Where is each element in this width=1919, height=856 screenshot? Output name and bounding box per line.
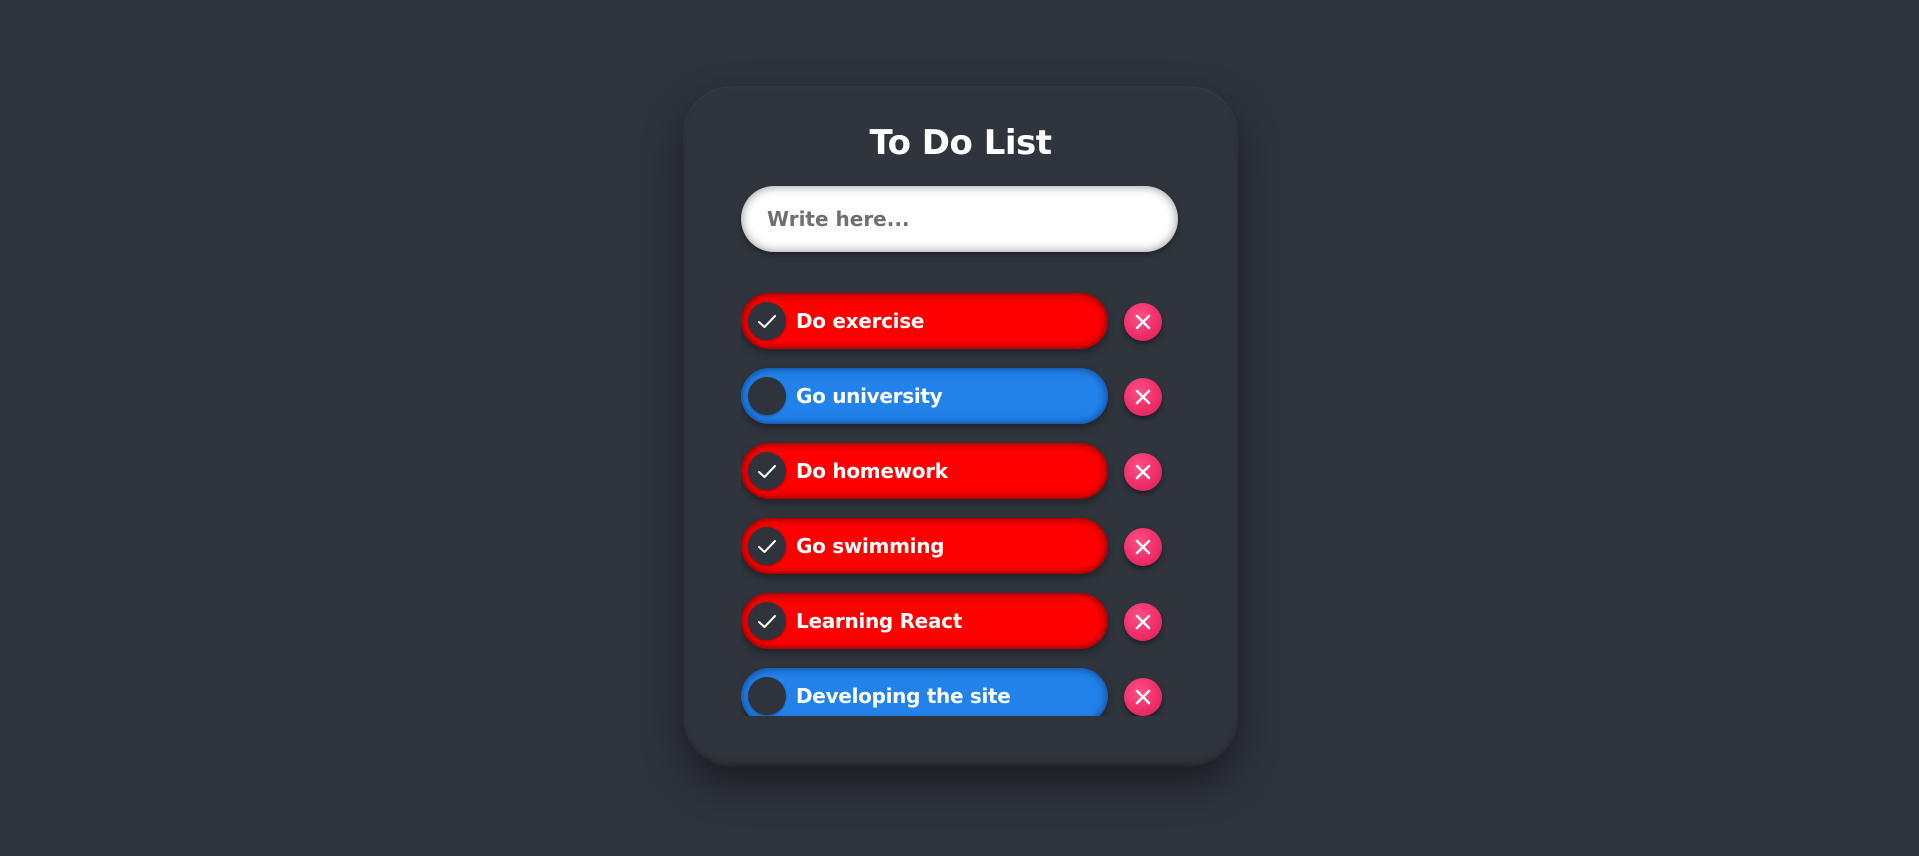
task-label: Developing the site	[796, 684, 1011, 708]
close-icon	[1135, 539, 1151, 555]
task-pill-completed[interactable]: Do homework	[741, 443, 1108, 499]
task-item: Do exercise	[741, 293, 1171, 349]
checkmark-icon	[758, 465, 776, 478]
complete-toggle[interactable]	[748, 602, 786, 640]
task-label: Learning React	[796, 609, 962, 633]
task-input[interactable]	[741, 186, 1178, 252]
close-icon	[1135, 689, 1151, 705]
delete-task-button[interactable]	[1124, 528, 1162, 566]
task-list: Do exercise Go university Do homework Go sw…	[741, 278, 1188, 716]
checkmark-icon	[758, 615, 776, 628]
page-title: To Do List	[869, 123, 1052, 163]
task-item: Developing the site	[741, 668, 1171, 716]
complete-toggle[interactable]	[748, 302, 786, 340]
task-label: Do homework	[796, 459, 948, 483]
close-icon	[1135, 314, 1151, 330]
complete-toggle[interactable]	[748, 527, 786, 565]
complete-toggle[interactable]	[748, 677, 786, 715]
checkmark-icon	[758, 315, 776, 328]
checkmark-icon	[758, 540, 776, 553]
delete-task-button[interactable]	[1124, 678, 1162, 716]
task-item: Go university	[741, 368, 1171, 424]
todo-card: To Do List Do exercise Go university Do ho…	[683, 86, 1238, 766]
task-pill-completed[interactable]: Learning React	[741, 593, 1108, 649]
task-pill-pending[interactable]: Go university	[741, 368, 1108, 424]
task-item: Do homework	[741, 443, 1171, 499]
delete-task-button[interactable]	[1124, 453, 1162, 491]
complete-toggle[interactable]	[748, 377, 786, 415]
close-icon	[1135, 614, 1151, 630]
complete-toggle[interactable]	[748, 452, 786, 490]
task-label: Do exercise	[796, 309, 925, 333]
close-icon	[1135, 464, 1151, 480]
task-item: Learning React	[741, 593, 1171, 649]
task-pill-completed[interactable]: Do exercise	[741, 293, 1108, 349]
delete-task-button[interactable]	[1124, 303, 1162, 341]
task-pill-pending[interactable]: Developing the site	[741, 668, 1108, 716]
task-label: Go university	[796, 384, 943, 408]
delete-task-button[interactable]	[1124, 378, 1162, 416]
task-item: Go swimming	[741, 518, 1171, 574]
delete-task-button[interactable]	[1124, 603, 1162, 641]
task-pill-completed[interactable]: Go swimming	[741, 518, 1108, 574]
task-label: Go swimming	[796, 534, 945, 558]
close-icon	[1135, 389, 1151, 405]
